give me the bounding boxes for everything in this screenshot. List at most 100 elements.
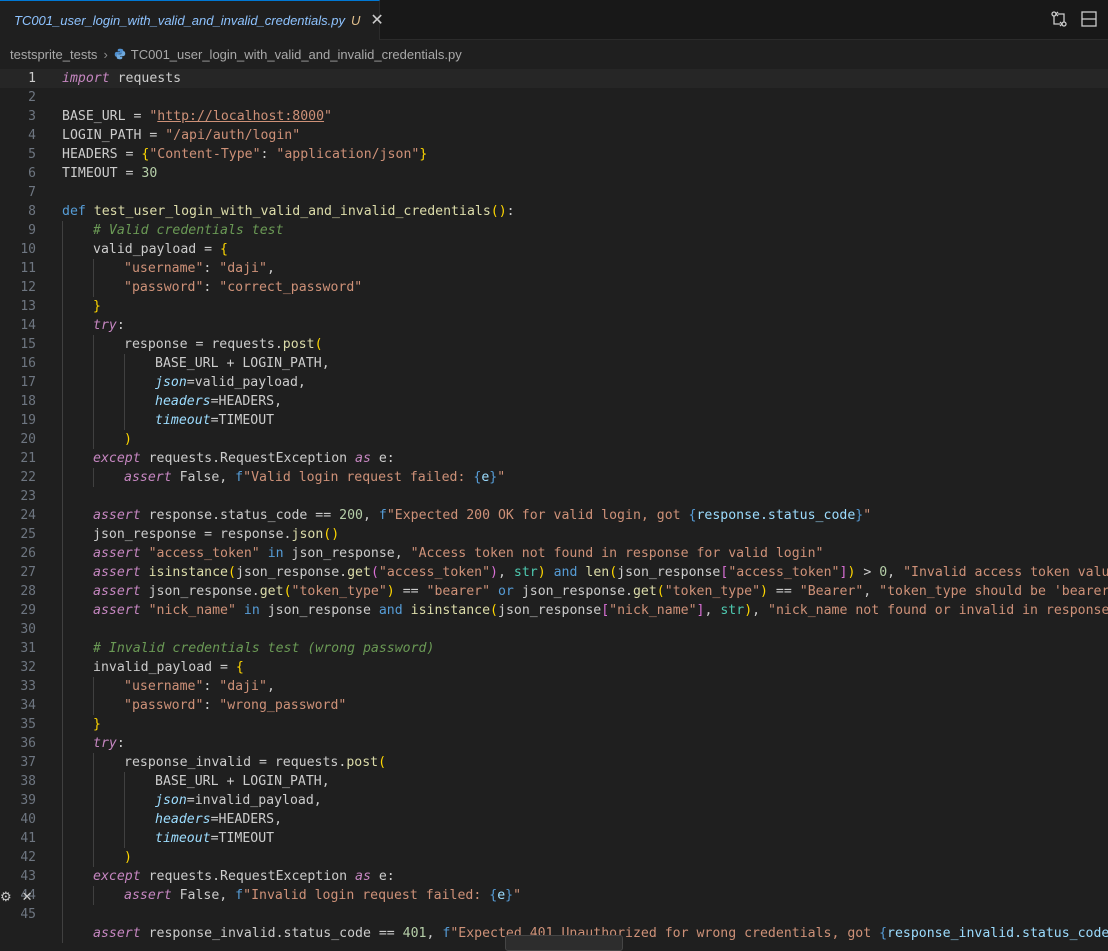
code-line-32[interactable]: 32 invalid_payload = { xyxy=(0,658,1108,677)
code-text: json_response = response. xyxy=(93,527,292,542)
line-number: 21 xyxy=(20,451,36,466)
code-line-41[interactable]: 41 timeout=TIMEOUT xyxy=(0,829,1108,848)
code-line-7[interactable]: 7 xyxy=(0,183,1108,202)
code-line-24[interactable]: 24 assert response.status_code == 200, f"… xyxy=(0,506,1108,525)
code-line-20[interactable]: 20) xyxy=(0,430,1108,449)
code-text: =TIMEOUT xyxy=(210,413,275,428)
code-text: , xyxy=(752,603,769,618)
code-line-16[interactable]: 16 BASE_URL + LOGIN_PATH, xyxy=(0,354,1108,373)
code-text: json_response. xyxy=(513,584,633,599)
string: " xyxy=(863,508,872,523)
keyword: or xyxy=(490,584,514,599)
code-line-27[interactable]: 27 assert isinstance(json_response.get("a… xyxy=(0,563,1108,582)
code-line-22[interactable]: 22 assert False, f"Valid login request fa… xyxy=(0,468,1108,487)
string: " xyxy=(497,470,506,485)
code-line-12[interactable]: 12 "password": "correct_password" xyxy=(0,278,1108,297)
breadcrumb-file[interactable]: TC001_user_login_with_valid_and_invalid_… xyxy=(131,47,462,62)
bracket: } xyxy=(93,299,101,314)
code-line-9[interactable]: 9 # Valid credentials test xyxy=(0,221,1108,240)
string: "Invalid access token value" xyxy=(903,565,1108,580)
line-number: 1 xyxy=(28,71,36,86)
code-line-29[interactable]: 29 assert "nick_name" in json_response an… xyxy=(0,601,1108,620)
code-line-28[interactable]: 28 assert json_response.get("token_type")… xyxy=(0,582,1108,601)
code-line-26[interactable]: 26 assert "access_token" in json_response… xyxy=(0,544,1108,563)
code-text: : xyxy=(260,147,277,162)
code-text: valid_payload = xyxy=(93,242,221,257)
code-line-14[interactable]: 14 try: xyxy=(0,316,1108,335)
code-text: , xyxy=(863,584,880,599)
code-line-5[interactable]: 5 HEADERS = {"Content-Type": "application… xyxy=(0,145,1108,164)
code-line-35[interactable]: 35} xyxy=(0,715,1108,734)
code-text: > xyxy=(855,565,880,580)
code-line-44[interactable]: 44 assert False, f"Invalid login request … xyxy=(0,886,1108,905)
code-line-21[interactable]: 21 except requests.RequestException as e: xyxy=(0,449,1108,468)
editor-tab[interactable]: TC001_user_login_with_valid_and_invalid_… xyxy=(0,0,384,40)
code-line-13[interactable]: 13} xyxy=(0,297,1108,316)
code-text: =TIMEOUT xyxy=(210,831,275,846)
code-line-8[interactable]: 8 def test_user_login_with_valid_and_inva… xyxy=(0,202,1108,221)
keyword: try xyxy=(93,736,117,751)
string: "daji" xyxy=(219,679,267,694)
code-line-31[interactable]: 31 # Invalid credentials test (wrong pass… xyxy=(0,639,1108,658)
code-line-39[interactable]: 39 json=invalid_payload, xyxy=(0,791,1108,810)
code-text: , xyxy=(887,565,904,580)
code-line-10[interactable]: 10 valid_payload = { xyxy=(0,240,1108,259)
code-line-18[interactable]: 18 headers=HEADERS, xyxy=(0,392,1108,411)
code-text: response_invalid.status_code == xyxy=(140,926,403,941)
code-line-3[interactable]: 3 BASE_URL = "http://localhost:8000" xyxy=(0,107,1108,126)
code-line-25[interactable]: 25 json_response = response.json() xyxy=(0,525,1108,544)
bracket: ) xyxy=(490,565,498,580)
code-line-34[interactable]: 34 "password": "wrong_password" xyxy=(0,696,1108,715)
code-line-2[interactable]: 2 xyxy=(0,88,1108,107)
code-text: == xyxy=(394,584,427,599)
code-line-40[interactable]: 40 headers=HEADERS, xyxy=(0,810,1108,829)
line-number: 9 xyxy=(28,223,36,238)
split-editor-icon[interactable] xyxy=(1080,10,1098,28)
close-icon[interactable]: ✕ xyxy=(370,12,383,29)
string: "password" xyxy=(124,280,204,295)
code-text: json_response. xyxy=(140,584,260,599)
git-untracked-badge: U xyxy=(351,13,361,28)
string: "access_token" xyxy=(148,546,260,561)
line-number: 2 xyxy=(28,90,36,105)
line-number: 20 xyxy=(20,432,36,447)
string: "Access token not found in response for … xyxy=(410,546,824,561)
code-line-30[interactable]: 30 xyxy=(0,620,1108,639)
close-icon[interactable]: ✕ xyxy=(22,889,33,905)
code-line-42[interactable]: 42) xyxy=(0,848,1108,867)
code-line-23[interactable]: 23 xyxy=(0,487,1108,506)
fstring-prefix: f xyxy=(378,508,387,523)
code-text: , xyxy=(266,261,275,276)
line-number: 32 xyxy=(20,660,36,675)
line-number: 33 xyxy=(20,679,36,694)
bracket: } xyxy=(419,147,428,162)
string: "nick_name not found or invalid in respo… xyxy=(768,603,1108,618)
code-line-15[interactable]: 15 response = requests.post( xyxy=(0,335,1108,354)
line-number: 35 xyxy=(20,717,36,732)
code-line-19[interactable]: 19 timeout=TIMEOUT xyxy=(0,411,1108,430)
function-name: json xyxy=(291,527,324,542)
code-line-45[interactable]: 45 xyxy=(0,905,1108,924)
gear-icon[interactable]: ⚙ xyxy=(0,889,12,905)
code-line-17[interactable]: 17 json=valid_payload, xyxy=(0,373,1108,392)
compare-changes-icon[interactable] xyxy=(1050,10,1068,28)
breadcrumb-folder[interactable]: testsprite_tests xyxy=(10,47,97,62)
keyword: except xyxy=(93,869,141,884)
code-line-36[interactable]: 36 try: xyxy=(0,734,1108,753)
code-line-6[interactable]: 6 TIMEOUT = 30 xyxy=(0,164,1108,183)
code-line-1[interactable]: 1 import requests xyxy=(0,69,1108,88)
code-line-33[interactable]: 33 "username": "daji", xyxy=(0,677,1108,696)
code-line-11[interactable]: 11 "username": "daji", xyxy=(0,259,1108,278)
code-line-38[interactable]: 38 BASE_URL + LOGIN_PATH, xyxy=(0,772,1108,791)
code-line-37[interactable]: 37 response_invalid = requests.post( xyxy=(0,753,1108,772)
string: " xyxy=(324,109,332,124)
string: "nick_name" xyxy=(609,603,697,618)
code-text: , xyxy=(498,565,514,580)
code-editor[interactable]: 1 import requests 2 3 BASE_URL = "http://l… xyxy=(0,69,1108,946)
code-text: : xyxy=(116,318,125,333)
url-link[interactable]: http://localhost:8000 xyxy=(157,109,324,124)
line-number: 16 xyxy=(20,356,36,371)
code-line-43[interactable]: 43 except requests.RequestException as e: xyxy=(0,867,1108,886)
line-number: 24 xyxy=(20,508,36,523)
code-line-4[interactable]: 4 LOGIN_PATH = "/api/auth/login" xyxy=(0,126,1108,145)
